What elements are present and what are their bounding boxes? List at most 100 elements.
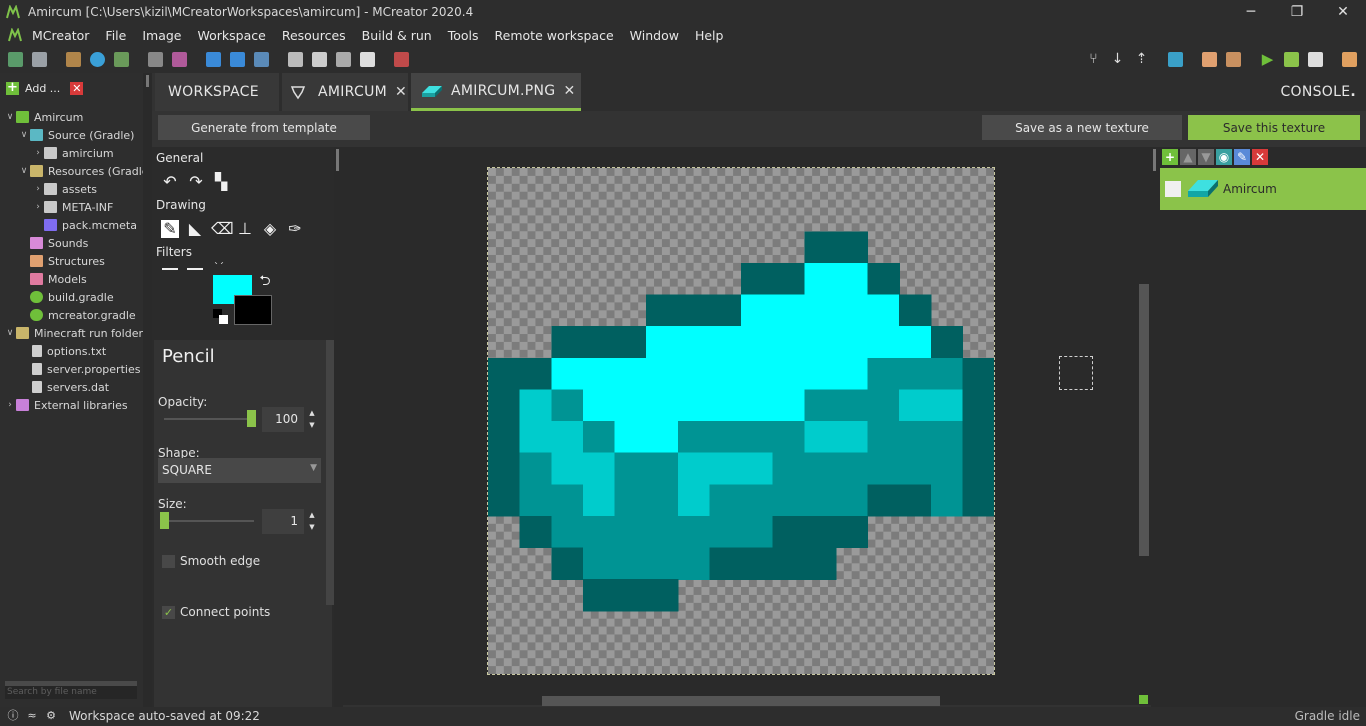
delete-layer-icon[interactable]: ✕: [1252, 149, 1268, 165]
tree-item-resources[interactable]: ∨ Resources (Gradle): [18, 162, 143, 180]
texture-pixel[interactable]: [677, 484, 711, 517]
texture-pixel[interactable]: [709, 389, 742, 422]
secondary-color-swatch[interactable]: [234, 295, 272, 325]
texture-pixel[interactable]: [614, 515, 647, 549]
tree-item-structures[interactable]: Structures: [30, 252, 105, 270]
texture-pixel[interactable]: [835, 357, 869, 391]
tree-item-models[interactable]: Models: [30, 270, 87, 288]
workspace-settings-icon[interactable]: [32, 52, 47, 67]
layer-row[interactable]: Amircum: [1160, 168, 1366, 210]
texture-pixel[interactable]: [582, 357, 616, 391]
connect-points-checkbox[interactable]: ✓: [162, 606, 175, 619]
texture-pixel[interactable]: [741, 357, 774, 391]
share-icon[interactable]: ≈: [26, 710, 38, 722]
close-window-button[interactable]: ✕: [1320, 4, 1366, 20]
canvas-horizontal-scrollbar[interactable]: [542, 696, 940, 706]
texture-pixel[interactable]: [551, 421, 584, 454]
texture-pixel[interactable]: [582, 452, 616, 485]
image-editor-icon[interactable]: [114, 52, 129, 67]
texture-pixel[interactable]: [709, 452, 742, 485]
info-icon[interactable]: ⓘ: [7, 710, 19, 722]
texture-pixel[interactable]: [646, 294, 679, 327]
image-canvas-area[interactable]: [343, 147, 1151, 705]
texture-pixel[interactable]: [646, 326, 679, 359]
texture-pixel[interactable]: [962, 357, 994, 391]
layer-visibility-checkbox[interactable]: [1165, 181, 1181, 197]
texture-pixel[interactable]: [867, 389, 900, 422]
texture-pixel[interactable]: [835, 515, 869, 549]
texture-pixel[interactable]: [709, 326, 742, 359]
eraser-icon[interactable]: ⌫: [211, 220, 234, 238]
export-icon[interactable]: [1168, 52, 1183, 67]
texture-pixel[interactable]: [677, 294, 711, 327]
texture-pixel[interactable]: [835, 262, 869, 296]
armor-texture-icon[interactable]: [254, 52, 269, 67]
texture-pixel[interactable]: [772, 515, 805, 549]
tree-item-pack-mcmeta[interactable]: pack.mcmeta: [44, 216, 137, 234]
run-server-icon[interactable]: [1284, 52, 1299, 67]
amircum-texture-image[interactable]: [488, 168, 994, 674]
menu-workspace[interactable]: Workspace: [190, 28, 274, 43]
texture-pixel[interactable]: [930, 484, 964, 517]
filter-line-icon[interactable]: [187, 268, 203, 270]
texture-pixel[interactable]: [677, 357, 711, 391]
tab-amircum-png[interactable]: AMIRCUM.PNG ✕: [411, 73, 581, 111]
tree-item-external-libraries[interactable]: › External libraries: [4, 396, 127, 414]
tree-item-mcreator-gradle[interactable]: mcreator.gradle: [30, 306, 136, 324]
texture-pixel[interactable]: [930, 452, 964, 485]
texture-pixel[interactable]: [835, 389, 869, 422]
texture-pixel[interactable]: [709, 515, 742, 549]
texture-pixel[interactable]: [519, 515, 552, 549]
canvas-vertical-scrollbar[interactable]: [1139, 284, 1149, 556]
move-layer-down-icon[interactable]: ▼: [1198, 149, 1214, 165]
size-slider-thumb[interactable]: [160, 512, 169, 529]
texture-pixel[interactable]: [867, 484, 900, 517]
texture-pixel[interactable]: [835, 452, 869, 485]
texture-pixel[interactable]: [551, 452, 584, 485]
tree-item-build-gradle[interactable]: build.gradle: [30, 288, 114, 306]
tab-console[interactable]: CONSOLE.: [1280, 73, 1356, 111]
texture-pixel[interactable]: [899, 326, 932, 359]
default-colors-white-icon[interactable]: [219, 315, 228, 324]
texture-pixel[interactable]: [962, 421, 994, 454]
texture-pixel[interactable]: [962, 389, 994, 422]
texture-pixel[interactable]: [741, 547, 774, 580]
chevron-down-icon[interactable]: ∨: [4, 112, 16, 122]
import-icon[interactable]: [66, 52, 81, 67]
texture-pixel[interactable]: [646, 452, 679, 485]
tree-item-sounds[interactable]: Sounds: [30, 234, 88, 252]
item-texture-icon[interactable]: [230, 52, 245, 67]
splitter-grip[interactable]: [146, 75, 149, 87]
sound-icon[interactable]: [148, 52, 163, 67]
size-input[interactable]: 1: [262, 509, 304, 534]
texture-pixel[interactable]: [804, 294, 837, 327]
add-layer-icon[interactable]: +: [1162, 149, 1178, 165]
tree-item-meta-inf[interactable]: › META-INF: [32, 198, 113, 216]
texture-pixel[interactable]: [741, 515, 774, 549]
texture-pixel[interactable]: [741, 389, 774, 422]
texture-pixel[interactable]: [519, 452, 552, 485]
smooth-edge-checkbox[interactable]: [162, 555, 175, 568]
spin-down-icon[interactable]: ▼: [308, 523, 316, 531]
structure-icon[interactable]: [172, 52, 187, 67]
menu-file[interactable]: File: [97, 28, 134, 43]
texture-pixel[interactable]: [772, 294, 805, 327]
mcreator-menu-logo-icon[interactable]: [8, 28, 24, 42]
texture-pixel[interactable]: [677, 452, 711, 485]
texture-pixel[interactable]: [488, 452, 521, 485]
texture-pixel[interactable]: [709, 547, 742, 580]
texture-pixel[interactable]: [551, 357, 584, 391]
texture-pixel[interactable]: [835, 484, 869, 517]
texture-pixel[interactable]: [804, 389, 837, 422]
texture-pixel[interactable]: [519, 357, 552, 391]
texture-pixel[interactable]: [677, 326, 711, 359]
texture-pixel[interactable]: [804, 262, 837, 296]
texture-pixel[interactable]: [804, 515, 837, 549]
model-icon[interactable]: [288, 52, 303, 67]
texture-pixel[interactable]: [551, 515, 584, 549]
download-icon[interactable]: ↓: [1110, 52, 1125, 67]
texture-pixel[interactable]: [488, 389, 521, 422]
texture-pixel[interactable]: [677, 389, 711, 422]
minimize-button[interactable]: ─: [1228, 4, 1274, 20]
add-label[interactable]: Add ...: [25, 82, 60, 95]
